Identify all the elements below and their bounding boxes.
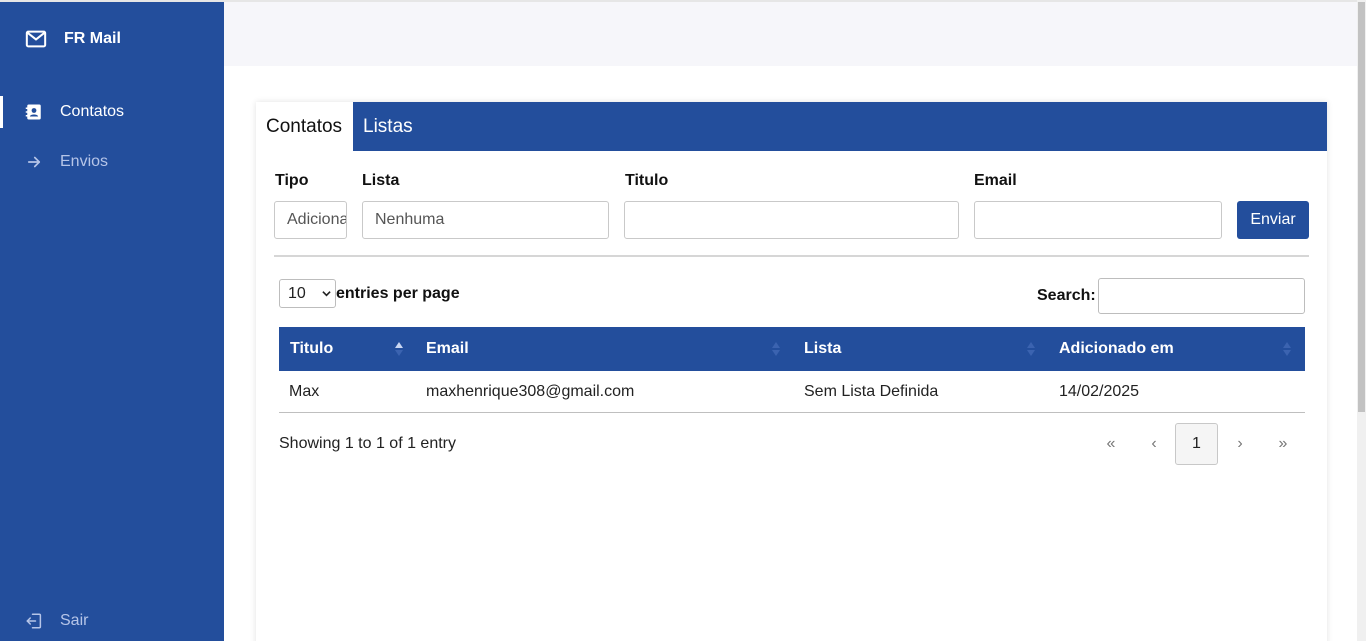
tipo-label: Tipo <box>275 172 309 189</box>
chevron-down-icon <box>322 291 331 297</box>
sidebar-item-label: Contatos <box>60 103 125 120</box>
cell-adicionado-em: 14/02/2025 <box>1059 383 1140 400</box>
table-header: Titulo Email Lista Adicionado em <box>279 327 1305 371</box>
email-label: Email <box>974 172 1017 189</box>
column-header-titulo[interactable]: Titulo <box>290 327 333 371</box>
contact-card-icon <box>25 104 41 120</box>
table-info: Showing 1 to 1 of 1 entry <box>279 435 456 452</box>
tab-listas[interactable]: Listas <box>353 102 423 151</box>
entries-value: 10 <box>288 285 306 302</box>
cell-lista: Sem Lista Definida <box>804 383 939 400</box>
pagination-page-current[interactable]: 1 <box>1175 423 1218 465</box>
logout-label: Sair <box>60 612 89 629</box>
pagination-next[interactable]: › <box>1225 423 1255 465</box>
table-row[interactable]: Max maxhenrique308@gmail.com Sem Lista D… <box>279 371 1305 413</box>
logout-button[interactable]: Sair <box>0 605 224 637</box>
sidebar: FR Mail Contatos Envios Sair <box>0 0 224 641</box>
brand[interactable]: FR Mail <box>25 28 121 50</box>
sort-icon[interactable] <box>1026 340 1036 358</box>
arrow-right-icon <box>27 156 41 168</box>
logout-icon <box>26 613 42 629</box>
pagination-first[interactable]: « <box>1096 423 1126 465</box>
tab-contatos[interactable]: Contatos <box>256 102 353 151</box>
sort-icon[interactable] <box>771 340 781 358</box>
column-header-lista[interactable]: Lista <box>804 327 841 371</box>
entries-per-page-select[interactable]: 10 <box>279 279 336 308</box>
search-label: Search: <box>1037 287 1096 304</box>
page-scrollbar[interactable] <box>1357 0 1366 641</box>
app-name: FR Mail <box>64 30 121 47</box>
sort-asc-icon[interactable] <box>394 340 404 358</box>
scrollbar-thumb[interactable] <box>1358 2 1365 412</box>
titulo-label: Titulo <box>625 172 669 189</box>
main-card: Contatos Listas Tipo Adicionar Lista Nen… <box>256 102 1327 641</box>
pagination-prev[interactable]: ‹ <box>1139 423 1169 465</box>
sidebar-item-contatos[interactable]: Contatos <box>0 96 224 128</box>
cell-titulo: Max <box>289 383 320 400</box>
lista-label: Lista <box>362 172 400 189</box>
sidebar-item-envios[interactable]: Envios <box>0 146 224 178</box>
entries-per-page-label: entries per page <box>336 285 460 302</box>
enviar-button[interactable]: Enviar <box>1237 201 1309 239</box>
sort-icon[interactable] <box>1282 340 1292 358</box>
mail-icon <box>25 30 47 48</box>
titulo-input[interactable] <box>624 201 959 239</box>
active-indicator <box>0 96 3 128</box>
column-header-adicionado-em[interactable]: Adicionado em <box>1059 327 1174 371</box>
search-input[interactable] <box>1098 278 1305 314</box>
top-header-band <box>224 0 1357 66</box>
lista-select[interactable]: Nenhuma <box>362 201 609 239</box>
tab-bar: Contatos Listas <box>256 102 1327 151</box>
divider <box>274 255 1309 257</box>
email-input[interactable] <box>974 201 1222 239</box>
pagination-last[interactable]: » <box>1268 423 1298 465</box>
cell-email: maxhenrique308@gmail.com <box>426 383 635 400</box>
column-header-email[interactable]: Email <box>426 327 469 371</box>
sidebar-item-label: Envios <box>60 153 109 170</box>
tipo-select[interactable]: Adicionar <box>274 201 347 239</box>
